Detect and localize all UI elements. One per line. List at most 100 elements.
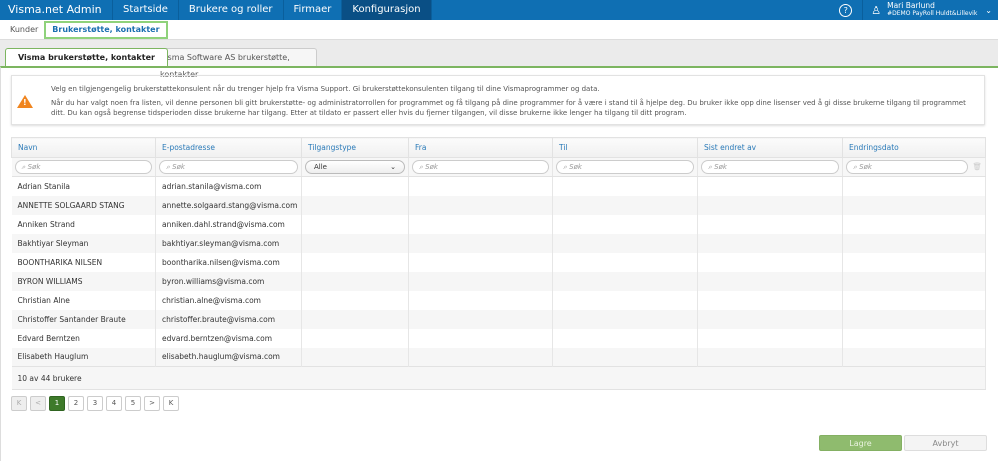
trash-icon[interactable]: 🗑 <box>972 162 982 171</box>
chevron-down-icon: ⌄ <box>390 163 396 171</box>
cell-name: Christian Alne <box>11 290 156 310</box>
cell-name: Elisabeth Hauglum <box>11 347 156 367</box>
cell-empty <box>697 309 843 329</box>
cell-email: boontharika.nilsen@visma.com <box>155 252 302 272</box>
page-4-button[interactable]: 4 <box>106 396 122 411</box>
filter-tilgangstype[interactable]: Alle ⌄ <box>305 160 405 174</box>
column-header-til[interactable]: Til <box>552 137 698 158</box>
cell-name: BOONTHARIKA NILSEN <box>11 252 156 272</box>
cell-empty <box>842 252 986 272</box>
cell-empty <box>408 233 553 253</box>
cell-empty <box>301 290 409 310</box>
prev-page-button[interactable]: < <box>30 396 46 411</box>
table-row[interactable]: Christoffer Santander Braute christoffer.… <box>11 309 986 329</box>
cell-empty <box>552 214 698 234</box>
cell-empty <box>408 309 553 329</box>
cell-empty <box>408 214 553 234</box>
table-row[interactable]: BOONTHARIKA NILSEN boontharika.nilsen@vis… <box>11 252 986 272</box>
cell-name: Anniken Strand <box>11 214 156 234</box>
cell-email: bakhtiyar.sleyman@visma.com <box>155 233 302 253</box>
table-row[interactable]: Christian Alne christian.alne@visma.com <box>11 290 986 310</box>
cell-empty <box>408 271 553 291</box>
cell-empty <box>842 233 986 253</box>
next-page-button[interactable]: > <box>144 396 160 411</box>
last-page-button[interactable]: K <box>163 396 179 411</box>
cell-empty <box>842 309 986 329</box>
table-row[interactable]: Bakhtiyar Sleyman bakhtiyar.sleyman@visma… <box>11 233 986 253</box>
cell-email: annette.solgaard.stang@visma.com <box>155 195 302 215</box>
top-navigation: Visma.net Admin ⌄ Startside Brukere og r… <box>0 0 998 36</box>
cell-empty <box>697 347 843 367</box>
filter-sist-endret-av[interactable]: ⌕ Søk <box>701 160 839 174</box>
cell-empty <box>301 214 409 234</box>
cell-empty <box>301 328 409 348</box>
subnav-kunder[interactable]: Kunder <box>0 25 44 34</box>
column-header-endringsdato[interactable]: Endringsdato <box>842 137 986 158</box>
cancel-button[interactable]: Avbryt <box>904 435 987 451</box>
column-header-tilgangstype[interactable]: Tilgangstype <box>301 137 409 158</box>
info-text-1: Velg en tilgjengengelig brukerstøttekons… <box>51 85 600 93</box>
app-switcher[interactable]: Visma.net Admin ⌄ <box>0 0 113 36</box>
cell-email: anniken.dahl.strand@visma.com <box>155 214 302 234</box>
column-header-navn[interactable]: Navn <box>11 137 156 158</box>
user-company: #DEMO PayRoll Huldt&Lillevik <box>887 10 978 17</box>
page-1-button[interactable]: 1 <box>49 396 65 411</box>
nav-firmaer[interactable]: Firmaer <box>284 0 343 20</box>
column-header-sist-endret-av[interactable]: Sist endret av <box>697 137 843 158</box>
table-row[interactable]: BYRON WILLIAMS byron.williams@visma.com <box>11 271 986 291</box>
cell-email: christoffer.braute@visma.com <box>155 309 302 329</box>
cell-empty <box>842 176 986 196</box>
column-header-epost[interactable]: E-postadresse <box>155 137 302 158</box>
cell-empty <box>552 328 698 348</box>
info-box: ! Velg en tilgjengengelig brukerstøtteko… <box>11 75 985 125</box>
save-button[interactable]: Lagre <box>819 435 902 451</box>
filter-til[interactable]: ⌕ Søk <box>556 160 694 174</box>
cell-empty <box>301 347 409 367</box>
table-row[interactable]: Edvard Berntzen edvard.berntzen@visma.com <box>11 328 986 348</box>
user-count: 10 av 44 brukere <box>11 366 986 390</box>
cell-empty <box>408 347 553 367</box>
support-users-table: Navn E-postadresse Tilgangstype Fra Til … <box>11 137 986 390</box>
nav-brukere-og-roller[interactable]: Brukere og roller <box>179 0 284 20</box>
help-icon[interactable]: ? <box>839 3 853 17</box>
nav-konfigurasjon[interactable]: Konfigurasjon <box>342 0 432 20</box>
chevron-down-icon: ⌄ <box>985 5 992 15</box>
cell-empty <box>552 309 698 329</box>
filter-fra[interactable]: ⌕ Søk <box>412 160 549 174</box>
cell-empty <box>408 328 553 348</box>
cell-email: elisabeth.hauglum@visma.com <box>155 347 302 367</box>
user-icon: ♙ <box>871 3 882 17</box>
page-3-button[interactable]: 3 <box>87 396 103 411</box>
column-header-fra[interactable]: Fra <box>408 137 553 158</box>
table-row[interactable]: Elisabeth Hauglum elisabeth.hauglum@visma… <box>11 347 986 367</box>
cell-empty <box>697 195 843 215</box>
cell-name: Adrian Stanila <box>11 176 156 196</box>
cell-empty <box>842 347 986 367</box>
cell-empty <box>408 176 553 196</box>
filter-endringsdato[interactable]: ⌕ Søk <box>846 160 968 174</box>
first-page-button[interactable]: K <box>11 396 27 411</box>
cell-empty <box>697 176 843 196</box>
user-menu[interactable]: ♙ Mari Barlund #DEMO PayRoll Huldt&Lillev… <box>862 0 998 20</box>
cell-empty <box>552 233 698 253</box>
nav-startside[interactable]: Startside <box>113 0 179 20</box>
table-row[interactable]: Anniken Strand anniken.dahl.strand@visma.… <box>11 214 986 234</box>
table-row[interactable]: Adrian Stanila adrian.stanila@visma.com <box>11 176 986 196</box>
table-row[interactable]: ANNETTE SOLGAARD STANG annette.solgaard.s… <box>11 195 986 215</box>
filter-navn[interactable]: ⌕ Søk <box>14 160 152 174</box>
cell-name: BYRON WILLIAMS <box>11 271 156 291</box>
cell-email: adrian.stanila@visma.com <box>155 176 302 196</box>
filter-epost[interactable]: ⌕ Søk <box>159 160 298 174</box>
cell-name: Bakhtiyar Sleyman <box>11 233 156 253</box>
subnav-brukerstotte-kontakter[interactable]: Brukerstøtte, kontakter <box>44 20 168 39</box>
warning-icon: ! <box>17 95 33 108</box>
cell-name: Christoffer Santander Braute <box>11 309 156 329</box>
page-5-button[interactable]: 5 <box>125 396 141 411</box>
cell-empty <box>697 214 843 234</box>
cell-email: christian.alne@visma.com <box>155 290 302 310</box>
tab-visma-brukerstotte[interactable]: Visma brukerstøtte, kontakter <box>5 48 168 66</box>
pagination: K < 1 2 3 4 5 > K <box>11 396 179 411</box>
page-2-button[interactable]: 2 <box>68 396 84 411</box>
cell-empty <box>301 233 409 253</box>
tab-visma-software-brukerstotte[interactable]: Visma Software AS brukerstøtte, kontakte… <box>147 48 317 79</box>
